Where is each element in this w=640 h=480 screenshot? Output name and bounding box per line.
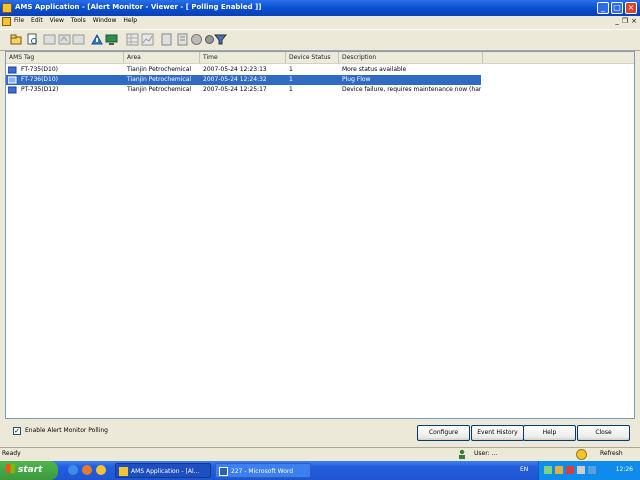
media-icon[interactable] [82, 465, 92, 475]
cell-tag: FT-735(D10) [21, 66, 59, 73]
chart-icon[interactable] [141, 33, 154, 46]
status-text: Ready [2, 450, 21, 457]
menu-tools[interactable]: Tools [71, 17, 86, 24]
close-window-button[interactable]: × [625, 2, 637, 14]
help-button[interactable]: Help [523, 425, 576, 441]
taskbar: start AMS Application - [Al... 227 - Mic… [0, 461, 640, 480]
open-icon[interactable] [10, 33, 23, 46]
doc-icon[interactable] [176, 33, 189, 46]
mdi-close-button[interactable]: × [631, 17, 637, 25]
cell-area: Tianjin Petrochemical [127, 76, 192, 83]
clock: 12:26 [615, 466, 633, 473]
minimize-button[interactable]: _ [597, 2, 609, 14]
menu-window[interactable]: Window [93, 17, 117, 24]
tray-app-icon[interactable] [555, 466, 563, 474]
tag-icon[interactable] [160, 33, 173, 46]
mdi-minimize-button[interactable]: _ [615, 17, 619, 25]
start-button[interactable]: start [0, 461, 58, 480]
folder-icon[interactable] [96, 465, 106, 475]
ie-icon[interactable] [68, 465, 78, 475]
event-history-button[interactable]: Event History [471, 425, 524, 441]
cell-description: Plug Flow [342, 76, 371, 83]
app-icon [2, 3, 12, 13]
user-icon [459, 449, 465, 459]
menu-file[interactable]: File [14, 17, 24, 24]
status-bar: Ready User: ... Refresh [0, 447, 640, 461]
close-button[interactable]: Close [577, 425, 630, 441]
windows-flag-icon [6, 464, 15, 473]
cell-area: Tianjin Petrochemical [127, 86, 192, 93]
volume-icon[interactable] [577, 466, 585, 474]
cell-tag: PT-735(D12) [21, 86, 59, 93]
window-title: AMS Application - [Alert Monitor - Viewe… [15, 3, 262, 11]
cell-time: 2007-05-24 12:25:17 [203, 86, 267, 93]
column-device-status[interactable]: Device Status [286, 52, 339, 63]
task-ams-application[interactable]: AMS Application - [Al... [115, 463, 211, 478]
print-preview-icon[interactable] [26, 33, 39, 46]
task-ams-label: AMS Application - [Al... [131, 468, 200, 475]
column-area[interactable]: Area [124, 52, 200, 63]
refresh-label[interactable]: Refresh [600, 450, 623, 457]
column-time[interactable]: Time [200, 52, 286, 63]
tool-a-icon[interactable] [43, 33, 56, 46]
cell-description: More status available [342, 66, 407, 73]
device-icon [8, 76, 17, 84]
table-row[interactable]: PT-735(D12) Tianjin Petrochemical 2007-0… [6, 85, 481, 95]
menu-edit[interactable]: Edit [31, 17, 43, 24]
configure-button[interactable]: Configure [417, 425, 470, 441]
column-description[interactable]: Description [339, 52, 483, 63]
task-word-label: 227 - Microsoft Word [231, 468, 294, 475]
globe-icon[interactable] [190, 33, 203, 46]
cell-time: 2007-05-24 12:24:32 [203, 76, 267, 83]
filter-icon[interactable] [214, 33, 227, 46]
cell-status: 1 [289, 86, 293, 93]
menu-help[interactable]: Help [123, 17, 137, 24]
toolbar [0, 29, 640, 51]
column-header: AMS Tag Area Time Device Status Descript… [6, 52, 634, 64]
cell-time: 2007-05-24 12:23:13 [203, 66, 267, 73]
cell-description: Device failure, requires maintenance now… [342, 86, 481, 93]
word-task-icon [219, 467, 228, 476]
alert-list[interactable]: AMS Tag Area Time Device Status Descript… [5, 51, 635, 419]
security-icon[interactable] [566, 466, 574, 474]
alert-icon[interactable] [91, 33, 104, 46]
table-row[interactable]: FT-736(D10) Tianjin Petrochemical 2007-0… [6, 75, 481, 85]
title-bar[interactable]: AMS Application - [Alert Monitor - Viewe… [0, 0, 640, 16]
system-tray: 12:26 [538, 461, 640, 480]
mdi-restore-button[interactable]: ❐ [622, 17, 628, 25]
cell-area: Tianjin Petrochemical [127, 66, 192, 73]
document-menu-icon[interactable] [2, 17, 11, 26]
menu-bar: File Edit View Tools Window Help _ ❐ × [0, 16, 640, 28]
task-word[interactable]: 227 - Microsoft Word [215, 463, 311, 478]
start-label: start [18, 465, 43, 475]
cell-status: 1 [289, 66, 293, 73]
tool-c-icon[interactable] [72, 33, 85, 46]
device-icon [8, 66, 17, 74]
monitor-icon[interactable] [105, 33, 118, 46]
status-user: User: ... [474, 450, 498, 457]
table-row[interactable]: FT-735(D10) Tianjin Petrochemical 2007-0… [6, 65, 481, 75]
network-icon[interactable] [544, 466, 552, 474]
ams-task-icon [119, 467, 128, 476]
tool-b-icon[interactable] [58, 33, 71, 46]
enable-polling-checkbox[interactable]: ✓ [13, 427, 21, 435]
cell-tag: FT-736(D10) [21, 76, 59, 83]
maximize-button[interactable]: □ [611, 2, 623, 14]
refresh-icon[interactable] [576, 449, 587, 460]
cell-status: 1 [289, 76, 293, 83]
enable-polling-label: Enable Alert Monitor Polling [25, 427, 108, 434]
tray-info-icon[interactable] [588, 466, 596, 474]
column-ams-tag[interactable]: AMS Tag [6, 52, 124, 63]
language-indicator[interactable]: EN [520, 466, 528, 473]
menu-view[interactable]: View [50, 17, 64, 24]
device-icon [8, 86, 17, 94]
grid-icon[interactable] [126, 33, 139, 46]
